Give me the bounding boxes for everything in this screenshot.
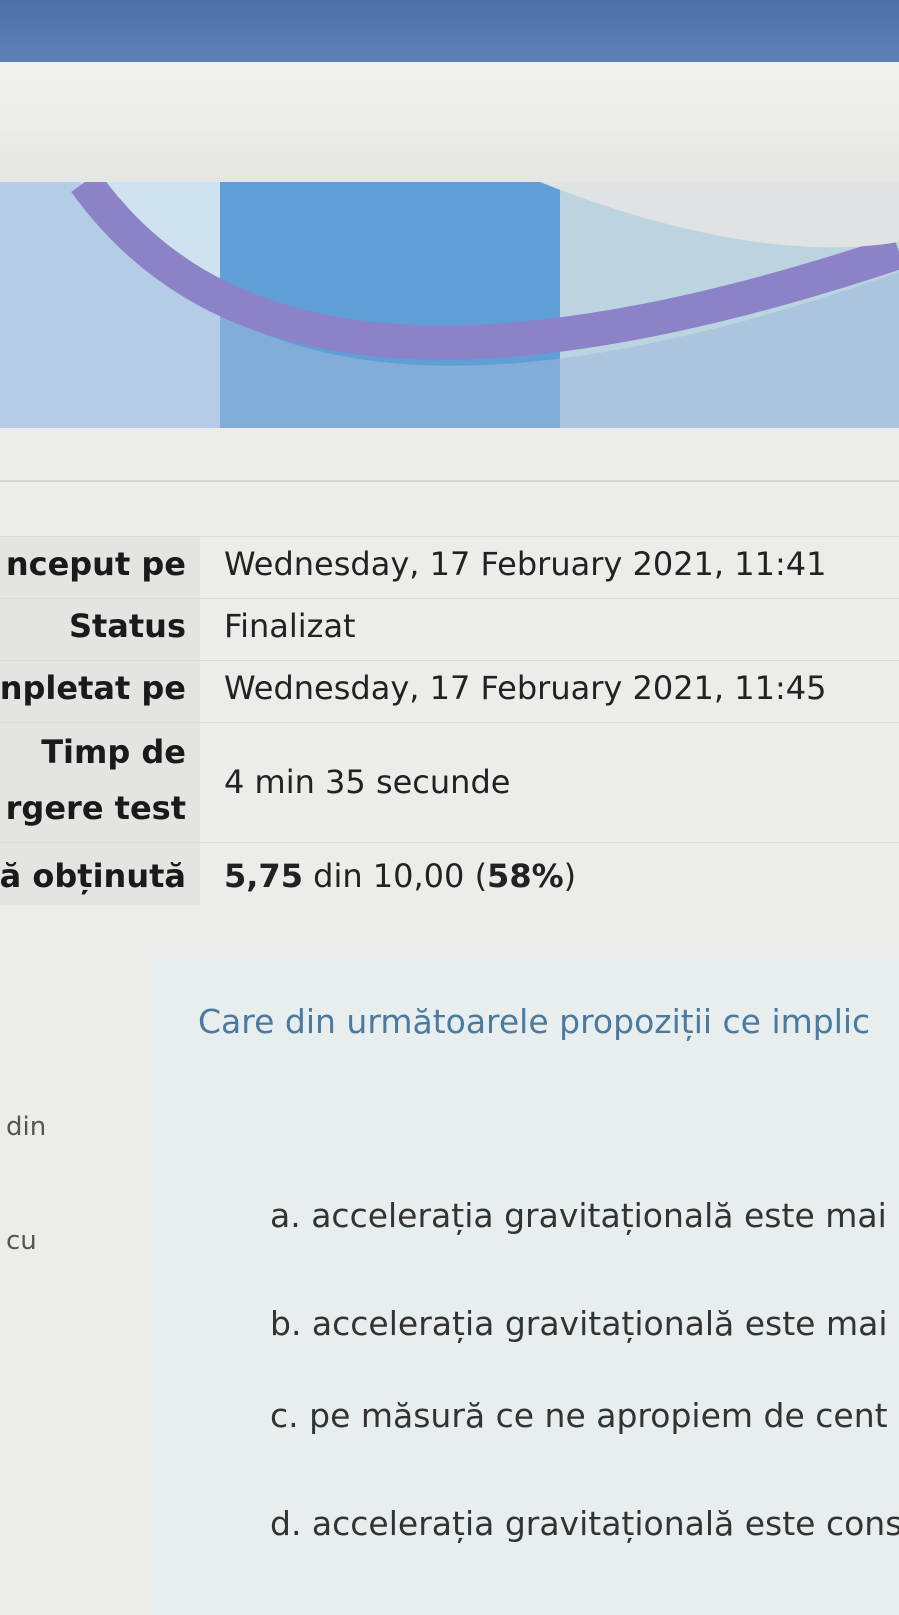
banner-image	[0, 182, 899, 428]
score-max-text: din 10,00 (	[302, 857, 488, 895]
summary-row-completed: npletat pe Wednesday, 17 February 2021, …	[0, 660, 899, 723]
answer-option-c[interactable]: c. pe măsură ce ne apropiem de cent	[270, 1396, 888, 1435]
banner-swoosh-graphic	[0, 182, 899, 428]
summary-row-started: nceput pe Wednesday, 17 February 2021, 1…	[0, 536, 899, 599]
row-value: 4 min 35 secunde	[224, 763, 511, 801]
score-close-paren: )	[563, 857, 577, 895]
row-value: Wednesday, 17 February 2021, 11:45	[224, 669, 827, 707]
score-value: 5,75	[224, 857, 303, 895]
answer-option-d[interactable]: d. accelerația gravitațională este cons	[270, 1504, 899, 1543]
row-label-line2: rgere test	[5, 789, 186, 827]
summary-row-status: Status Finalizat	[0, 598, 899, 661]
question-info-label: din	[6, 1112, 47, 1142]
answer-option-b[interactable]: b. accelerația gravitațională este mai	[270, 1304, 888, 1343]
row-label-line1: Timp de	[41, 733, 186, 771]
row-value: Finalizat	[224, 607, 356, 645]
top-header-bar	[0, 0, 899, 62]
row-label: Status	[68, 607, 186, 645]
summary-row-grade: ă obținută 5,75 din 10,00 (58%)	[0, 842, 899, 905]
summary-row-duration: Timp de rgere test 4 min 35 secunde	[0, 722, 899, 843]
question-text: Care din următoarele propoziții ce impli…	[198, 1002, 871, 1041]
section-divider	[0, 480, 899, 482]
navigation-strip	[0, 62, 899, 182]
question-info-label: cu	[6, 1226, 37, 1256]
score-percent: 58%	[487, 857, 564, 895]
answer-option-a[interactable]: a. accelerația gravitațională este mai	[270, 1196, 887, 1235]
grade-value: 5,75 din 10,00 (58%)	[224, 857, 576, 895]
row-label: nceput pe	[5, 545, 186, 583]
row-label: npletat pe	[0, 669, 186, 707]
row-value: Wednesday, 17 February 2021, 11:41	[224, 545, 827, 583]
row-label: ă obținută	[0, 857, 186, 895]
